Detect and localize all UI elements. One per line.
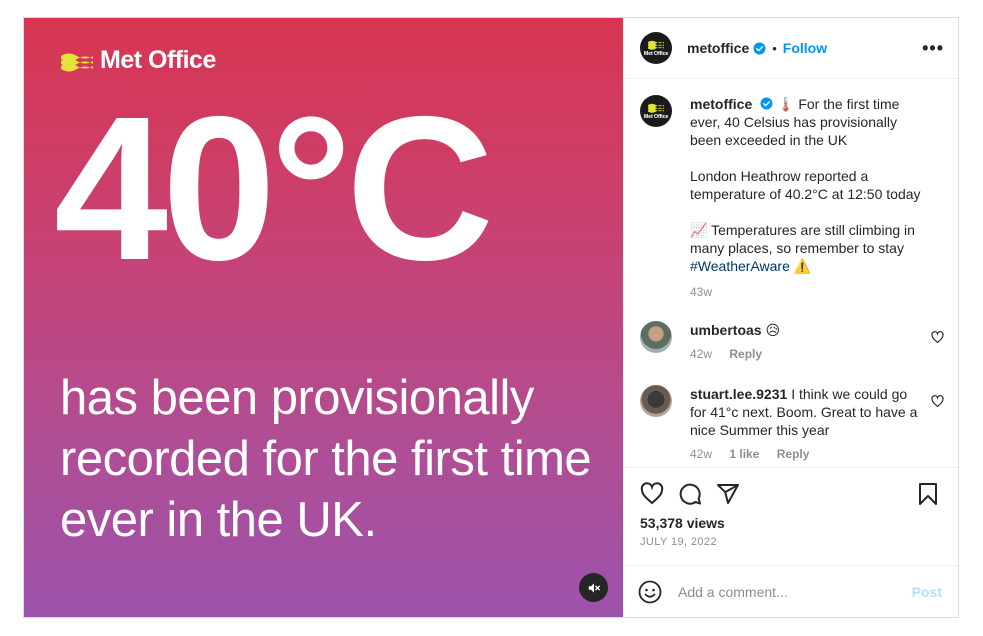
- post-header: Met Office metoffice • Follow •••: [624, 18, 958, 79]
- comment-body: umbertoas 😥 42w Reply: [690, 321, 944, 363]
- brand-name: Met Office: [100, 46, 216, 74]
- like-heart-icon[interactable]: [640, 482, 664, 506]
- comments-section[interactable]: Met Office metoffice 🌡️ For the first ti…: [624, 79, 958, 467]
- avatar-text: Met Office: [643, 51, 669, 57]
- caption: Met Office metoffice 🌡️ For the first ti…: [640, 95, 944, 301]
- met-office-waves-icon: [648, 40, 664, 50]
- follow-button[interactable]: Follow: [783, 40, 827, 56]
- comment-text: 😥: [765, 322, 781, 338]
- avatar[interactable]: [640, 321, 672, 353]
- comment-time[interactable]: 42w: [690, 447, 712, 461]
- temperature-headline: 40°C: [54, 74, 494, 303]
- comment-meta: 42w 1 like Reply: [690, 445, 926, 463]
- comment-item: umbertoas 😥 42w Reply: [640, 321, 944, 363]
- comment-body: stuart.lee.9231 I think we could go for …: [690, 385, 944, 463]
- avatar-text: Met Office: [643, 114, 669, 120]
- caption-text-2: London Heathrow reported a temperature o…: [690, 168, 921, 202]
- post-date[interactable]: JULY 19, 2022: [640, 536, 944, 548]
- separator-dot: •: [772, 40, 777, 56]
- warning-emoji: ⚠️: [789, 258, 812, 274]
- caption-text-3: 📈 Temperatures are still climbing in man…: [690, 222, 915, 256]
- caption-time[interactable]: 43w: [690, 285, 712, 299]
- met-office-logo: Met Office: [60, 46, 216, 75]
- post-media[interactable]: Met Office 40°C has been provisionally r…: [24, 18, 623, 617]
- met-office-waves-icon: [648, 103, 664, 113]
- avatar[interactable]: [640, 385, 672, 417]
- post-comment-button[interactable]: Post: [912, 584, 942, 600]
- caption-meta: 43w: [690, 283, 926, 301]
- comment-item: stuart.lee.9231 I think we could go for …: [640, 385, 944, 463]
- add-comment-bar: Post: [624, 565, 958, 617]
- reply-button[interactable]: Reply: [729, 347, 762, 361]
- hashtag-link[interactable]: #WeatherAware: [690, 258, 790, 274]
- media-subtext: has been provisionally recorded for the …: [60, 371, 592, 547]
- comment-username[interactable]: stuart.lee.9231: [690, 386, 787, 402]
- avatar[interactable]: Met Office: [640, 95, 672, 127]
- comment-meta: 42w Reply: [690, 345, 926, 363]
- post-actions: 53,378 views JULY 19, 2022: [624, 467, 958, 565]
- avatar[interactable]: Met Office: [640, 32, 672, 64]
- verified-badge-icon: [760, 97, 773, 110]
- more-options-button[interactable]: •••: [922, 38, 944, 59]
- add-comment-input[interactable]: [678, 583, 912, 600]
- caption-body: metoffice 🌡️ For the first time ever, 40…: [690, 95, 944, 301]
- verified-badge-icon: [753, 42, 766, 54]
- mute-button[interactable]: [579, 573, 608, 602]
- emoji-smiley-icon[interactable]: [638, 580, 662, 604]
- share-paper-plane-icon[interactable]: [716, 482, 740, 506]
- comment-likes[interactable]: 1 like: [729, 447, 759, 461]
- like-comment-heart-icon[interactable]: [931, 395, 944, 408]
- met-office-waves-icon: [61, 53, 93, 71]
- muted-speaker-icon: [588, 582, 600, 593]
- header-username[interactable]: metoffice: [687, 40, 749, 56]
- like-comment-heart-icon[interactable]: [931, 331, 944, 344]
- comment-username[interactable]: umbertoas: [690, 322, 762, 338]
- views-count[interactable]: 53,378 views: [640, 515, 944, 531]
- comment-bubble-icon[interactable]: [678, 482, 702, 506]
- instagram-post: Met Office 40°C has been provisionally r…: [23, 17, 959, 618]
- post-side-panel: Met Office metoffice • Follow ••• Met Of…: [623, 18, 958, 617]
- caption-username[interactable]: metoffice: [690, 96, 752, 112]
- reply-button[interactable]: Reply: [777, 447, 810, 461]
- action-icons: [640, 482, 944, 506]
- comment-time[interactable]: 42w: [690, 347, 712, 361]
- bookmark-save-icon[interactable]: [916, 482, 940, 506]
